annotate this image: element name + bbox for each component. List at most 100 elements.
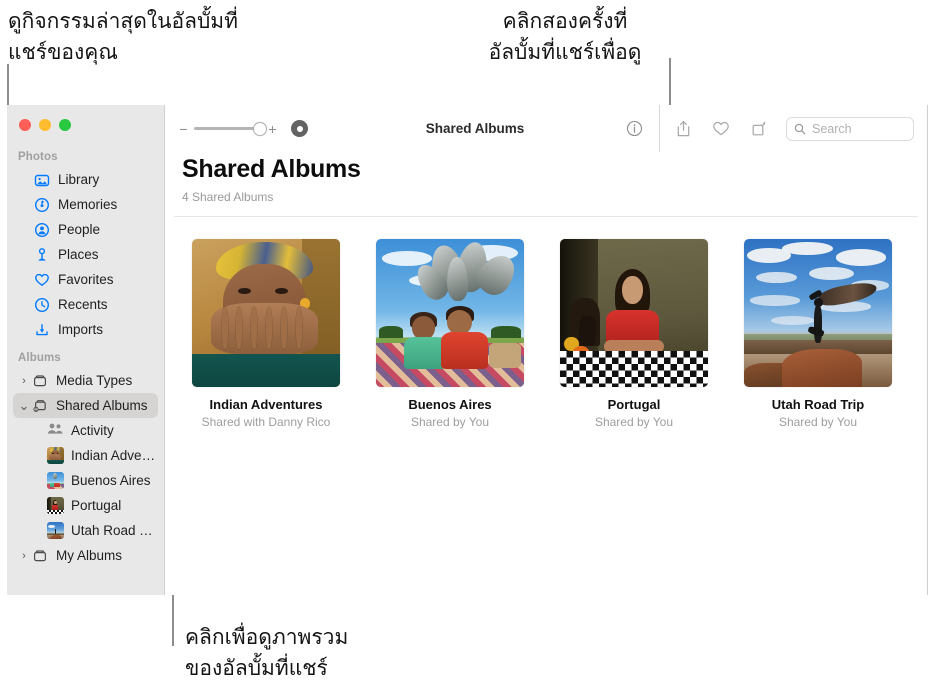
album-shared-status: Shared by You [594, 415, 674, 429]
view-options-button[interactable] [291, 120, 308, 137]
rotate-button[interactable] [740, 114, 778, 144]
folder-icon [31, 547, 49, 564]
album-cover-art-portugal [560, 239, 708, 387]
album-thumb-portugal-icon [47, 497, 64, 514]
callout-top-right: คลิกสองครั้งที่ อัลบั้มที่แชร์เพื่อดู [488, 9, 642, 64]
places-icon [33, 246, 51, 263]
search-icon [794, 123, 806, 134]
album-thumb-indian-icon [47, 447, 64, 464]
sidebar-item-recents[interactable]: Recents [13, 292, 158, 317]
sidebar-item-imports[interactable]: Imports [13, 317, 158, 342]
zoom-slider-knob[interactable] [253, 122, 267, 136]
minimize-window-button[interactable] [39, 119, 51, 131]
sidebar-item-label: My Albums [56, 548, 123, 563]
view-options-icon [296, 125, 303, 132]
album-thumb-buenos-aires-icon [47, 472, 64, 489]
sidebar-item-label: Favorites [58, 272, 114, 287]
album-cover-art-utah [744, 239, 892, 387]
album-name: Buenos Aires [408, 397, 492, 412]
album-thumbnail[interactable] [560, 239, 708, 387]
rotate-icon [752, 120, 766, 135]
sidebar-item-label: Places [58, 247, 99, 262]
sidebar-item-favorites[interactable]: Favorites [13, 267, 158, 292]
sidebar: Photos Library Memories People Places Fa… [7, 105, 165, 595]
heart-icon [713, 121, 729, 136]
chevron-right-icon[interactable]: › [17, 550, 31, 562]
album-thumbnail[interactable] [376, 239, 524, 387]
share-icon [677, 120, 689, 137]
sidebar-item-label: Media Types [56, 373, 133, 388]
sidebar-group-albums-title: Albums [18, 352, 61, 364]
sidebar-item-activity[interactable]: Activity [13, 418, 158, 443]
zoom-in-label[interactable]: + [268, 121, 277, 137]
chevron-right-icon[interactable]: › [17, 375, 31, 387]
sidebar-item-label: Shared Albums [56, 398, 148, 413]
callout-bottom: คลิกเพื่อดูภาพรวม ของอัลบั้มที่แชร์ [185, 625, 349, 680]
photos-app-window: Photos Library Memories People Places Fa… [7, 105, 928, 595]
search-field[interactable]: Search [786, 116, 914, 141]
info-button[interactable] [615, 114, 653, 144]
search-input[interactable]: Search [812, 122, 852, 136]
toolbar-title: Shared Albums [425, 121, 525, 136]
sidebar-scroll-area[interactable]: Photos Library Memories People Places Fa… [7, 147, 164, 595]
import-icon [33, 321, 51, 338]
album-thumb-utah-icon [47, 522, 64, 539]
shared-folder-icon [31, 397, 49, 414]
window-traffic-lights [19, 119, 71, 131]
sidebar-item-library[interactable]: Library [13, 167, 158, 192]
sidebar-item-my-albums[interactable]: › My Albums [13, 543, 158, 568]
memories-icon [33, 196, 51, 213]
album-card-utah-road-trip[interactable]: Utah Road Trip Shared by You [744, 239, 892, 429]
album-shared-status: Shared by You [778, 415, 858, 429]
zoom-out-label[interactable]: − [179, 121, 188, 137]
page-title: Shared Albums [182, 155, 361, 183]
sidebar-item-memories[interactable]: Memories [13, 192, 158, 217]
sidebar-item-label: Portugal [71, 498, 122, 513]
sidebar-item-label: Indian Advent… [71, 448, 158, 463]
album-shared-status: Shared by You [410, 415, 490, 429]
album-thumbnail[interactable] [744, 239, 892, 387]
callout-top-left: ดูกิจกรรมล่าสุดในอัลบั้มที่ แชร์ของคุณ [8, 9, 238, 64]
sidebar-group-photos-title: Photos [18, 151, 58, 163]
album-grid: Indian Adventures Shared with Danny Rico [165, 217, 927, 429]
sidebar-item-label: Library [58, 172, 100, 187]
page-subtitle: 4 Shared Albums [182, 190, 274, 204]
people-icon [33, 221, 51, 238]
sidebar-item-label: Activity [71, 423, 114, 438]
sidebar-item-label: Buenos Aires [71, 473, 151, 488]
sidebar-item-label: People [58, 222, 101, 237]
zoom-slider-track[interactable] [194, 122, 267, 136]
toolbar-divider [659, 105, 660, 152]
content-area: − + Shared Albums Search Shared Albums 4… [165, 105, 928, 595]
album-thumbnail[interactable] [192, 239, 340, 387]
sidebar-item-label: Utah Road Trip [71, 523, 158, 538]
sidebar-item-media-types[interactable]: › Media Types [13, 368, 158, 393]
share-button[interactable] [664, 114, 702, 144]
sidebar-item-label: Imports [58, 322, 104, 337]
sidebar-item-shared-albums[interactable]: ⌄ Shared Albums [13, 393, 158, 418]
album-cover-art-indian [192, 239, 340, 387]
album-shared-status: Shared with Danny Rico [201, 415, 331, 429]
sidebar-item-label: Memories [58, 197, 118, 212]
album-card-indian-adventures[interactable]: Indian Adventures Shared with Danny Rico [192, 239, 340, 429]
sidebar-item-buenos-aires[interactable]: Buenos Aires [13, 468, 158, 493]
zoom-slider[interactable]: − + [179, 121, 277, 137]
maximize-window-button[interactable] [59, 119, 71, 131]
toolbar: − + Shared Albums Search [165, 105, 927, 152]
album-card-buenos-aires[interactable]: Buenos Aires Shared by You [376, 239, 524, 429]
sidebar-item-portugal[interactable]: Portugal [13, 493, 158, 518]
album-name: Utah Road Trip [771, 397, 865, 412]
chevron-down-icon[interactable]: ⌄ [17, 398, 31, 414]
sidebar-item-people[interactable]: People [13, 217, 158, 242]
favorite-button[interactable] [702, 114, 740, 144]
sidebar-item-places[interactable]: Places [13, 242, 158, 267]
heart-icon [33, 271, 51, 288]
sidebar-item-utah-road-trip[interactable]: Utah Road Trip [13, 518, 158, 543]
sidebar-item-indian-adventures[interactable]: Indian Advent… [13, 443, 158, 468]
album-card-portugal[interactable]: Portugal Shared by You [560, 239, 708, 429]
toolbar-right-group: Search [615, 105, 927, 152]
close-window-button[interactable] [19, 119, 31, 131]
activity-people-icon [47, 422, 64, 439]
clock-icon [33, 296, 51, 313]
page-header: Shared Albums 4 Shared Albums [165, 152, 927, 204]
